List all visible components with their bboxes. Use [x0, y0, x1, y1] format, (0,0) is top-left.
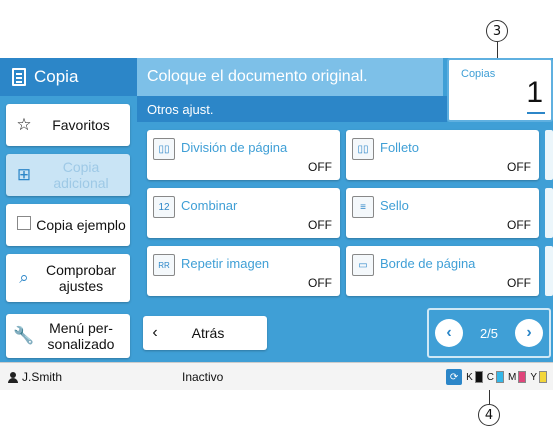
page-split-label: División de página [181, 140, 288, 155]
star-document-icon: ☆ [16, 115, 32, 134]
next-column-edge [545, 246, 553, 296]
callout-4-line [489, 390, 490, 404]
chevron-left-icon: ‹ [152, 324, 158, 341]
repeat-image-value: OFF [308, 276, 332, 290]
sample-copy-label: Copia ejemplo [36, 216, 126, 233]
user-name: J.Smith [22, 370, 63, 384]
wrench-icon: 🔧 [13, 326, 35, 345]
magnifier-check-icon: ⌕ [19, 268, 29, 287]
page-split-icon: ▯▯ [153, 138, 175, 160]
stamp-label: Sello [380, 198, 409, 213]
check-settings-button[interactable]: ⌕ Comprobar ajustes [6, 254, 130, 302]
check-settings-label: Comprobar ajustes [45, 261, 117, 294]
page-border-value: OFF [507, 276, 531, 290]
combine-label: Combinar [181, 198, 238, 213]
booklet-button[interactable]: ▯▯ Folleto OFF [346, 130, 539, 180]
sample-copy-button[interactable]: Copia ejemplo [6, 204, 130, 246]
sync-icon: ⟳ [446, 369, 463, 385]
copies-field[interactable]: Copias 1 [447, 58, 553, 122]
favorites-label: Favoritos [52, 116, 110, 133]
additional-copy-button[interactable]: ⊞ Copia adicional [6, 154, 130, 196]
app-title: Copia [34, 67, 79, 86]
machine-state: Inactivo [182, 370, 224, 384]
function-grid: ▯▯ División de página OFF ▯▯ Folleto OFF… [137, 122, 553, 298]
next-column-edge [545, 130, 553, 180]
favorites-button[interactable]: ☆ Favoritos [6, 104, 130, 146]
document-icon [12, 68, 26, 86]
ink-y: Y [530, 371, 547, 383]
booklet-value: OFF [507, 160, 531, 174]
stamp-icon: ≡ [352, 196, 374, 218]
ink-m-swatch [518, 371, 527, 383]
stamp-value: OFF [507, 218, 531, 232]
instruction-message: Coloque el documento original. [147, 68, 368, 85]
checkbox-icon [12, 215, 36, 235]
ink-k: K [466, 371, 483, 383]
callout-3: 3 [486, 20, 508, 42]
callout-4: 4 [478, 404, 500, 426]
combine-icon: 12 [153, 196, 175, 218]
booklet-icon: ▯▯ [352, 138, 374, 160]
previous-page-button[interactable]: ‹ [435, 319, 463, 347]
combine-value: OFF [308, 218, 332, 232]
copies-value: 1 [526, 76, 543, 109]
copies-label: Copias [461, 68, 496, 80]
page-split-button[interactable]: ▯▯ División de página OFF [147, 130, 340, 180]
copy-screen: Copia ☆ Favoritos ⊞ Copia adicional Copi… [0, 58, 553, 390]
sidebar: Copia ☆ Favoritos ⊞ Copia adicional Copi… [0, 58, 137, 362]
status-bar: J.Smith Inactivo ⟳ K C M Y [0, 362, 553, 390]
ink-c-swatch [495, 371, 504, 383]
add-copy-icon: ⊞ [16, 165, 32, 184]
instruction-bar: Coloque el documento original. [137, 58, 443, 96]
combine-button[interactable]: 12 Combinar OFF [147, 188, 340, 238]
custom-menu-label: Menú per-sonalizado [47, 319, 115, 352]
page-indicator: 2/5 [479, 325, 499, 341]
ink-k-swatch [474, 371, 483, 383]
ink-y-swatch [539, 371, 547, 383]
booklet-label: Folleto [380, 140, 420, 155]
subheader: Otros ajust. [137, 96, 447, 122]
next-column-edge [545, 188, 553, 238]
stamp-button[interactable]: ≡ Sello OFF [346, 188, 539, 238]
page-border-label: Borde de página [380, 256, 476, 271]
back-button[interactable]: ‹ Atrás [143, 316, 267, 350]
repeat-image-icon: RR [153, 254, 175, 276]
repeat-image-label: Repetir imagen [181, 256, 270, 271]
ink-c: C [487, 371, 504, 383]
repeat-image-button[interactable]: RR Repetir imagen OFF [147, 246, 340, 296]
app-title-bar: Copia [0, 58, 137, 96]
page-border-button[interactable]: ▭ Borde de página OFF [346, 246, 539, 296]
next-page-button[interactable]: › [514, 319, 543, 347]
callout-3-line [497, 42, 498, 58]
additional-copy-label: Copia adicional [53, 158, 109, 191]
back-label: Atrás [191, 325, 225, 341]
subheader-title: Otros ajust. [147, 101, 214, 117]
ink-m: M [508, 371, 527, 383]
custom-menu-button[interactable]: 🔧 Menú per-sonalizado [6, 314, 130, 358]
ink-levels: ⟳ K C M Y [446, 369, 547, 385]
user-info: J.Smith [8, 370, 62, 384]
page-split-value: OFF [308, 160, 332, 174]
copies-cursor [527, 112, 545, 114]
pager: ‹ 2/5 › [427, 308, 551, 358]
user-icon [8, 371, 18, 383]
navigation-row: ‹ Atrás ‹ 2/5 › [137, 302, 553, 362]
page-border-icon: ▭ [352, 254, 374, 276]
